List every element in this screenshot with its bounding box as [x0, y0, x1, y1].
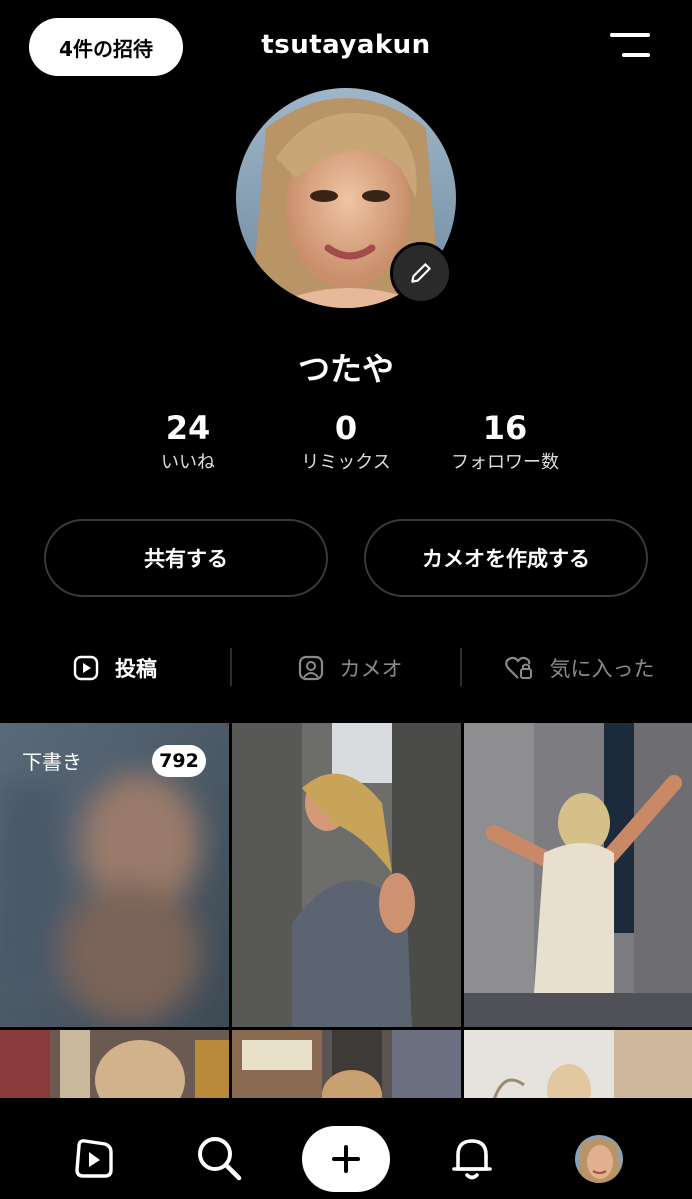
person-square-icon [298, 655, 323, 681]
tab-cameo[interactable]: カメオ [270, 646, 430, 690]
edit-avatar-button[interactable] [390, 242, 452, 304]
bell-icon [452, 1139, 492, 1180]
stat-value: 24 [165, 409, 211, 447]
display-name: つたや [297, 350, 394, 388]
tab-divider [460, 648, 462, 686]
search-icon [198, 1137, 242, 1181]
stat-followers[interactable]: 16 フォロワー数 [430, 410, 580, 474]
create-button[interactable] [302, 1126, 390, 1192]
username-title: tsutayakun [261, 30, 431, 60]
stat-likes[interactable]: 24 いいね [113, 410, 263, 474]
play-icon [75, 1139, 113, 1178]
nav-feed[interactable] [63, 1128, 123, 1188]
post-thumbnail[interactable] [232, 723, 461, 1027]
nav-search[interactable] [189, 1128, 249, 1188]
post-thumbnail[interactable] [0, 1030, 229, 1100]
create-cameo-button[interactable]: カメオを作成する [364, 519, 648, 597]
tab-label: 投稿 [115, 657, 157, 681]
draft-label: 下書き [22, 750, 82, 774]
draft-count-badge: 792 [152, 745, 206, 777]
heart-lock-icon [504, 656, 532, 679]
pencil-icon [411, 263, 431, 283]
stat-label: リミックス [301, 452, 391, 473]
tab-label: 気に入った [549, 657, 655, 681]
stat-value: 0 [334, 409, 358, 447]
post-thumbnail[interactable] [232, 1030, 461, 1100]
post-thumbnail[interactable] [464, 723, 692, 1027]
stat-label: いいね [161, 452, 215, 473]
share-button[interactable]: 共有する [44, 519, 328, 597]
play-square-icon [73, 655, 99, 681]
tab-favorites[interactable]: 気に入った [494, 646, 664, 690]
tab-divider [230, 648, 232, 686]
stat-label: フォロワー数 [451, 452, 559, 473]
stat-value: 16 [482, 409, 528, 447]
plus-icon [332, 1145, 360, 1173]
stat-remixes[interactable]: 0 リミックス [271, 410, 421, 474]
nav-profile-avatar[interactable] [575, 1135, 623, 1183]
tab-posts[interactable]: 投稿 [40, 646, 190, 690]
tab-label: カメオ [339, 657, 403, 681]
nav-notifications[interactable] [442, 1128, 502, 1188]
menu-icon[interactable] [606, 30, 652, 64]
post-thumbnail[interactable] [464, 1030, 692, 1100]
